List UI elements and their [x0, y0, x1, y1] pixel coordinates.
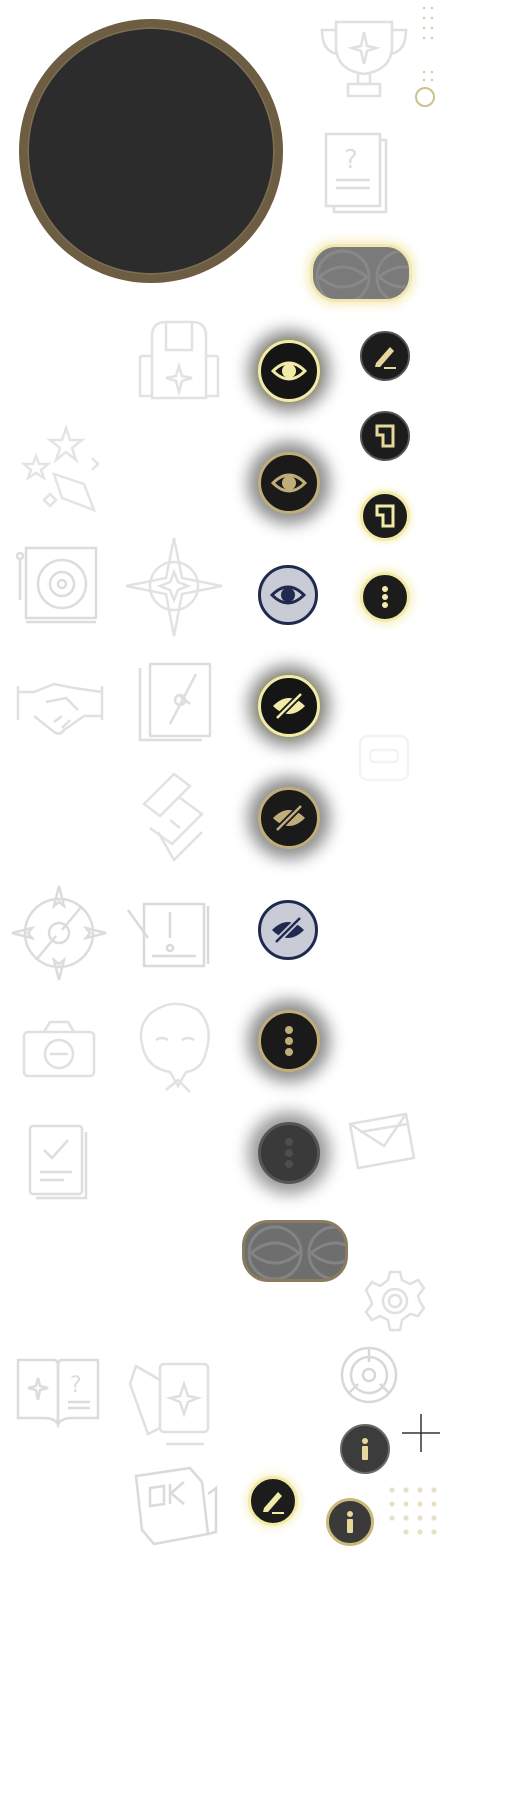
star-card-icon	[126, 1344, 214, 1450]
settings-gear-icon	[362, 1268, 428, 1334]
more-vertical-icon	[382, 586, 388, 608]
question-document-icon: ?	[322, 130, 392, 216]
eye-off-button-active[interactable]	[258, 675, 320, 737]
eye-button-default[interactable]	[258, 452, 320, 514]
question-book-icon: ?	[14, 1354, 102, 1428]
eye-off-icon	[272, 915, 304, 945]
ok-box-icon	[128, 1464, 220, 1548]
svg-text:?: ?	[344, 145, 358, 175]
trophy-icon	[318, 18, 410, 100]
more-button-default[interactable]	[258, 1010, 320, 1072]
crosshair-icon	[402, 1414, 440, 1452]
pencil-icon	[263, 1492, 284, 1514]
toggle-pill-muted[interactable]	[242, 1220, 348, 1282]
toggle-placeholder-icon	[356, 732, 412, 784]
info-icon	[362, 1438, 368, 1460]
book-compass-icon	[136, 660, 214, 744]
more-vertical-icon	[285, 1026, 293, 1056]
dot-grid-icon	[420, 4, 436, 44]
dot-grid-icon	[420, 68, 436, 84]
handshake-icon	[14, 672, 106, 740]
character-portrait-icon	[132, 1000, 216, 1096]
more-vertical-icon	[285, 1138, 293, 1168]
info-button-gold[interactable]	[326, 1498, 374, 1546]
eye-off-icon	[273, 803, 305, 833]
eye-button-pressed[interactable]	[258, 565, 318, 625]
eye-button-active[interactable]	[258, 340, 320, 402]
avatar[interactable]	[19, 19, 283, 283]
toggle-pill-highlighted[interactable]	[310, 244, 412, 302]
dot-grid-icon	[386, 1484, 438, 1538]
backpack-icon	[132, 316, 226, 404]
timer-dial-icon	[338, 1344, 400, 1406]
mail-stack-icon	[346, 1110, 418, 1172]
page-icon	[375, 424, 395, 448]
more-button-small-active[interactable]	[360, 572, 410, 622]
eye-off-button-pressed[interactable]	[258, 900, 318, 960]
page-icon	[375, 504, 395, 528]
eye-icon	[269, 585, 307, 605]
compass-star-icon	[124, 536, 224, 638]
edit-button-gold[interactable]	[248, 1476, 298, 1526]
checklist-icon	[26, 1120, 94, 1200]
camera-icon	[20, 1018, 98, 1080]
stacked-panels-icon	[140, 770, 210, 864]
eye-off-button-default[interactable]	[258, 787, 320, 849]
info-icon	[347, 1511, 353, 1533]
eye-off-icon	[273, 691, 305, 721]
safe-vault-icon	[16, 544, 100, 626]
copy-button-active[interactable]	[360, 491, 410, 541]
info-button-dark[interactable]	[340, 1424, 390, 1474]
alert-document-icon	[124, 898, 216, 970]
copy-button-default[interactable]	[360, 411, 410, 461]
eye-icon	[270, 473, 308, 493]
edit-button-small[interactable]	[360, 331, 410, 381]
eye-icon	[270, 361, 308, 381]
svg-text:?: ?	[70, 1373, 82, 1398]
compass-rose-icon	[10, 884, 108, 982]
more-button-disabled[interactable]	[258, 1122, 320, 1184]
ring-indicator-icon	[415, 87, 435, 107]
pencil-icon	[375, 347, 396, 369]
stars-explosion-icon	[14, 424, 106, 516]
